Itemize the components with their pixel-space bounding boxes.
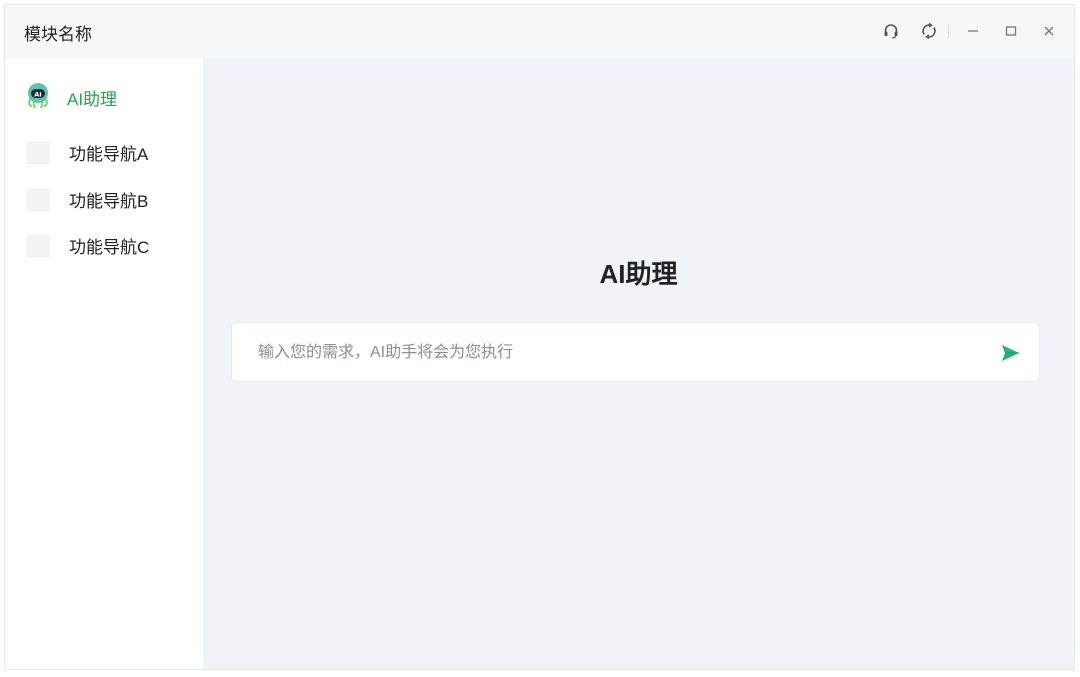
prompt-box <box>231 322 1040 383</box>
titlebar-divider <box>948 24 949 38</box>
placeholder-icon <box>27 188 49 211</box>
app-window: 模块名称 AI AI助理 功能导航A 功能导航B 功能导航C AI助理 输入您的… <box>4 4 1075 670</box>
sidebar: AI AI助理 功能导航A 功能导航B 功能导航C <box>5 58 203 669</box>
sidebar-item-nav-b[interactable]: 功能导航B <box>27 187 148 212</box>
ai-robot-icon: AI <box>25 82 51 113</box>
placeholder-icon <box>27 234 49 257</box>
window-controls <box>880 20 1060 42</box>
sidebar-item-nav-a[interactable]: 功能导航A <box>27 140 148 165</box>
sidebar-item-label: 功能导航C <box>69 238 150 257</box>
prompt-input[interactable] <box>256 323 980 383</box>
sidebar-item-ai-assistant[interactable]: AI AI助理 <box>25 82 117 113</box>
close-icon[interactable] <box>1038 20 1060 42</box>
refresh-icon[interactable] <box>918 20 940 42</box>
sidebar-item-nav-c[interactable]: 功能导航C <box>27 233 149 258</box>
window-title: 模块名称 <box>24 25 92 44</box>
send-icon[interactable] <box>999 342 1021 364</box>
svg-text:AI: AI <box>34 90 41 98</box>
title-bar[interactable]: 模块名称 <box>5 5 1074 58</box>
maximize-icon[interactable] <box>1000 20 1022 42</box>
sidebar-item-label: 功能导航B <box>69 192 149 211</box>
sidebar-item-label: AI助理 <box>67 90 118 109</box>
sidebar-item-label: 功能导航A <box>69 145 149 164</box>
placeholder-icon <box>27 141 49 164</box>
headset-icon[interactable] <box>880 20 902 42</box>
minimize-icon[interactable] <box>962 20 984 42</box>
main-panel: AI助理 <box>203 58 1074 669</box>
page-title: AI助理 <box>599 259 678 289</box>
